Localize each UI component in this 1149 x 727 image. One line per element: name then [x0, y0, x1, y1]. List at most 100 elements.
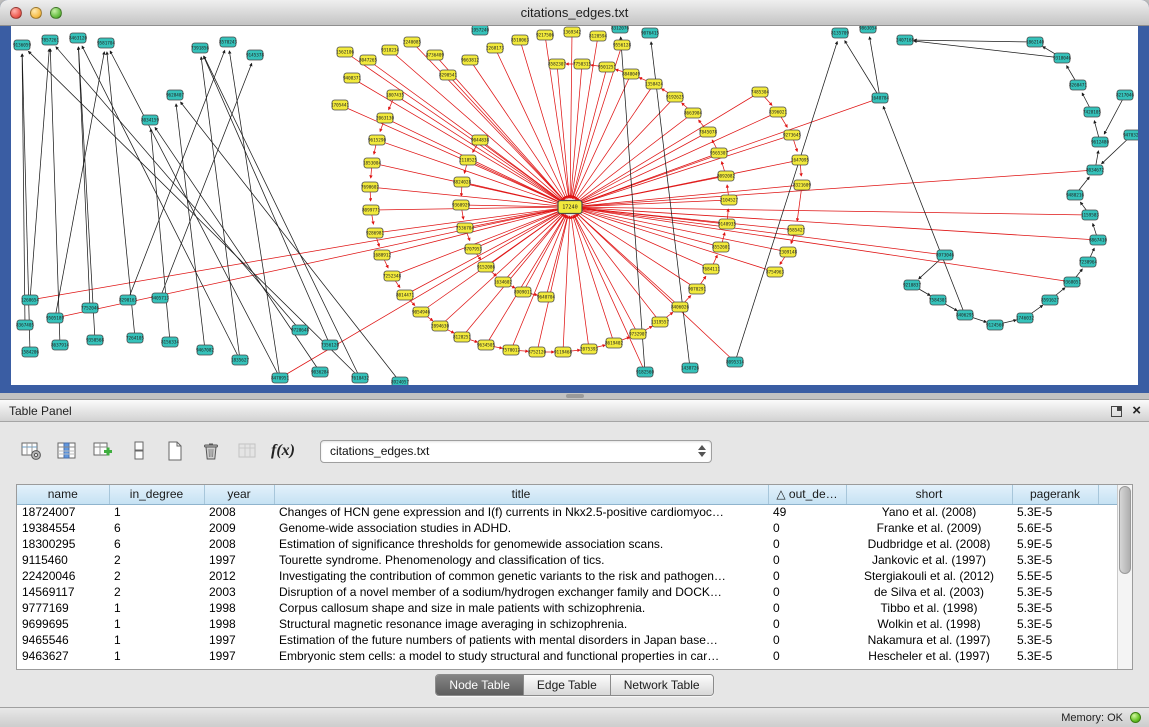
- graph-node[interactable]: 9148935: [718, 219, 737, 229]
- graph-node[interactable]: 1648784: [871, 93, 890, 103]
- graph-node[interactable]: 9615290: [368, 135, 387, 145]
- graph-node[interactable]: 9152086: [477, 262, 496, 272]
- graph-node[interactable]: 7264105: [126, 333, 145, 343]
- table-cell[interactable]: 5.3E-5: [1012, 504, 1098, 520]
- graph-node[interactable]: 9136059: [13, 40, 32, 50]
- graph-node[interactable]: 9634505: [477, 340, 496, 350]
- delete-icon[interactable]: [198, 438, 224, 464]
- graph-node[interactable]: 7536704: [456, 223, 475, 233]
- table-row[interactable]: 1938455462009Genome-wide association stu…: [17, 520, 1117, 536]
- table-cell[interactable]: Stergiakouli et al. (2012): [846, 568, 1012, 584]
- graph-node[interactable]: 8034159: [141, 115, 160, 125]
- graph-node[interactable]: 1807435: [386, 90, 405, 100]
- column-header[interactable]: pagerank: [1012, 485, 1098, 504]
- table-cell[interactable]: Nakamura et al. (1997): [846, 632, 1012, 648]
- graph-node[interactable]: 1680912: [373, 250, 392, 260]
- graph-node[interactable]: 7485304: [751, 87, 770, 97]
- graph-node[interactable]: 8156334: [161, 337, 180, 347]
- graph-node[interactable]: 8552601: [712, 242, 731, 252]
- graph-node[interactable]: 8463120: [69, 33, 88, 43]
- table-cell[interactable]: 5.3E-5: [1012, 632, 1098, 648]
- table-cell[interactable]: 9465546: [17, 632, 109, 648]
- table-cell[interactable]: 0: [768, 632, 846, 648]
- table-cell[interactable]: 0: [768, 600, 846, 616]
- graph-node[interactable]: 1358424: [645, 79, 664, 89]
- table-cell[interactable]: 14569117: [17, 584, 109, 600]
- graph-node[interactable]: 9044838: [471, 135, 490, 145]
- graph-node[interactable]: 7690602: [361, 182, 380, 192]
- graph-node[interactable]: 8909011: [514, 287, 533, 297]
- graph-node[interactable]: 8367405: [16, 320, 35, 330]
- window-titlebar[interactable]: citations_edges.txt: [0, 0, 1149, 26]
- table-cell[interactable]: 9777169: [17, 600, 109, 616]
- graph-node[interactable]: 9286981: [366, 228, 385, 238]
- graph-node[interactable]: 7684111: [702, 264, 721, 274]
- table-cell[interactable]: Disruption of a novel member of a sodium…: [274, 584, 768, 600]
- table-cell[interactable]: Jankovic et al. (1997): [846, 552, 1012, 568]
- table-cell[interactable]: 0: [768, 520, 846, 536]
- table-cell[interactable]: Yano et al. (2008): [846, 504, 1012, 520]
- graph-node[interactable]: 9585427: [787, 225, 806, 235]
- graph-node[interactable]: 8217046: [1116, 90, 1135, 100]
- graph-node[interactable]: 8663904: [684, 108, 703, 118]
- graph-node[interactable]: 9145378: [246, 50, 265, 60]
- graph-node[interactable]: 2063130: [376, 113, 395, 123]
- graph-node[interactable]: 2309148: [779, 247, 798, 257]
- graph-node[interactable]: 1647095: [791, 155, 810, 165]
- graph-node[interactable]: 1562106: [336, 47, 355, 57]
- table-cell[interactable]: 2012: [204, 568, 274, 584]
- graph-node[interactable]: 9318046: [1053, 53, 1072, 63]
- table-cell[interactable]: 1: [109, 616, 204, 632]
- table-cell[interactable]: Wolkin et al. (1998): [846, 616, 1012, 632]
- float-panel-icon[interactable]: [1111, 406, 1122, 417]
- table-cell[interactable]: 0: [768, 584, 846, 600]
- table-row[interactable]: 1872400712008Changes of HCN gene express…: [17, 504, 1117, 520]
- graph-node[interactable]: 9470328: [1123, 130, 1138, 140]
- graph-node[interactable]: 9720648: [291, 325, 310, 335]
- table-cell[interactable]: Embryonic stem cells: a model to study s…: [274, 648, 768, 664]
- table-cell[interactable]: 19384554: [17, 520, 109, 536]
- zoom-window-button[interactable]: [50, 7, 62, 19]
- graph-node[interactable]: 8510063: [511, 35, 530, 45]
- table-cell[interactable]: 5.3E-5: [1012, 552, 1098, 568]
- graph-node[interactable]: 9076415: [641, 28, 660, 38]
- graph-node[interactable]: 7391856: [191, 43, 210, 53]
- table-cell[interactable]: Changes of HCN gene expression and I(f) …: [274, 504, 768, 520]
- graph-node[interactable]: 8120594: [589, 31, 608, 41]
- graph-node[interactable]: 8582307: [548, 59, 567, 69]
- table-cell[interactable]: 5.3E-5: [1012, 584, 1098, 600]
- graph-node[interactable]: 9863054: [859, 26, 878, 33]
- graph-node[interactable]: 9612480: [1091, 137, 1110, 147]
- table-cell[interactable]: 6: [109, 520, 204, 536]
- table-cell[interactable]: 2: [109, 584, 204, 600]
- graph-node[interactable]: 8092082: [717, 171, 736, 181]
- graph-node[interactable]: 8470951: [271, 373, 290, 383]
- graph-node[interactable]: 7252348: [383, 271, 402, 281]
- table-row[interactable]: 1456911722003Disruption of a novel membe…: [17, 584, 1117, 600]
- graph-node[interactable]: 9628407: [166, 90, 185, 100]
- table-cell[interactable]: 1: [109, 600, 204, 616]
- graph-node[interactable]: 9210837: [903, 280, 922, 290]
- show-columns-icon[interactable]: [54, 438, 80, 464]
- graph-node[interactable]: 8619402: [605, 338, 624, 348]
- scrollbar-thumb[interactable]: [1119, 486, 1131, 574]
- table-cell[interactable]: 1997: [204, 552, 274, 568]
- graph-node[interactable]: 1835627: [231, 355, 250, 365]
- graph-node[interactable]: 9648704: [537, 292, 556, 302]
- table-cell[interactable]: 1: [109, 632, 204, 648]
- table-cell[interactable]: 5.9E-5: [1012, 536, 1098, 552]
- graph-node[interactable]: 7570012: [502, 345, 521, 355]
- table-cell[interactable]: 9115460: [17, 552, 109, 568]
- column-header[interactable]: year: [204, 485, 274, 504]
- table-cell[interactable]: 0: [768, 536, 846, 552]
- graph-node[interactable]: 9318234: [381, 45, 400, 55]
- graph-node[interactable]: 7750315: [573, 59, 592, 69]
- table-cell[interactable]: 2008: [204, 504, 274, 520]
- graph-node[interactable]: 8637914: [51, 340, 70, 350]
- graph-node[interactable]: 9556128: [613, 40, 632, 50]
- minimize-window-button[interactable]: [30, 7, 42, 19]
- graph-node[interactable]: 8135709: [831, 28, 850, 38]
- table-cell[interactable]: 2: [109, 568, 204, 584]
- graph-node[interactable]: 8867410: [1089, 235, 1108, 245]
- graph-node[interactable]: 8290163: [119, 295, 138, 305]
